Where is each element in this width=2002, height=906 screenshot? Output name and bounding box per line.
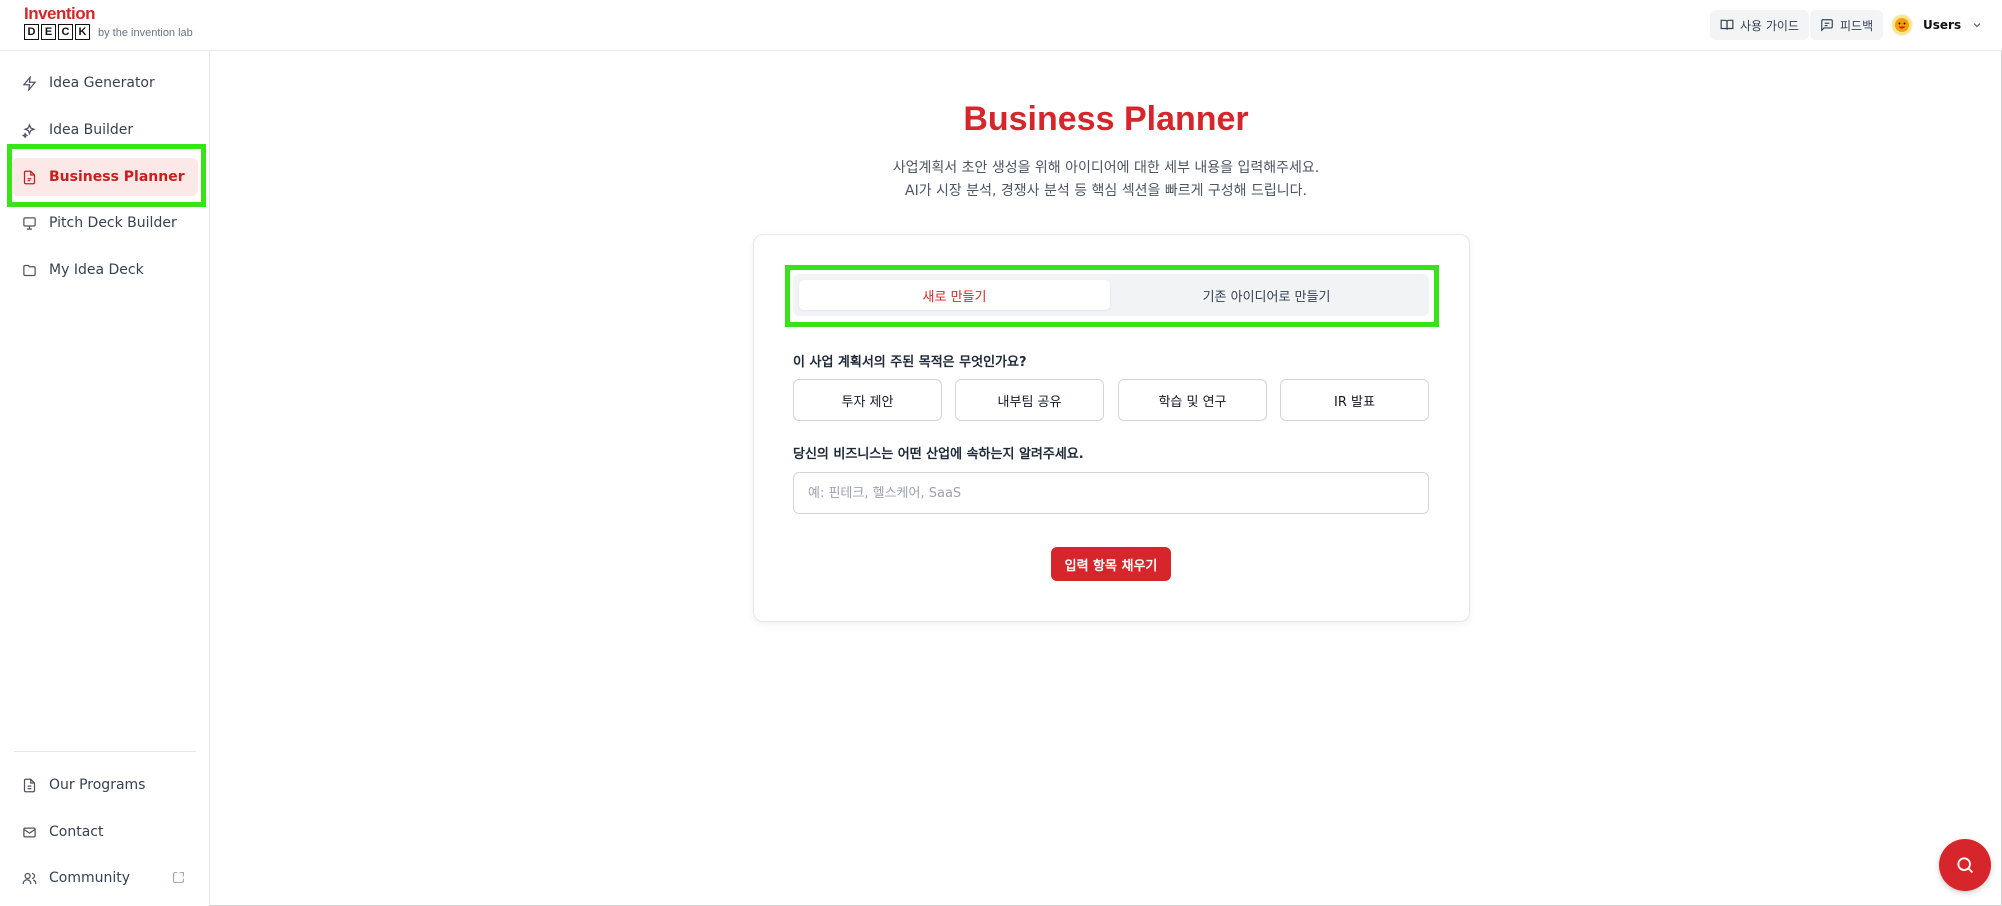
floating-search-button[interactable] xyxy=(1939,839,1991,891)
guide-button[interactable]: 사용 가이드 xyxy=(1710,10,1810,40)
user-menu[interactable]: Users xyxy=(1891,10,1983,40)
sidebar-item-label: Community xyxy=(49,870,131,886)
sidebar-item-label: Idea Builder xyxy=(49,122,134,138)
sidebar-item-contact[interactable]: Contact xyxy=(12,813,198,851)
feedback-button[interactable]: 피드백 xyxy=(1810,10,1884,40)
purpose-option-ir-presentation[interactable]: IR 발표 xyxy=(1280,379,1429,421)
sidebar-item-label: My Idea Deck xyxy=(49,262,144,278)
avatar xyxy=(1891,14,1913,36)
tab-new[interactable]: 새로 만들기 xyxy=(799,280,1110,310)
folder-icon xyxy=(23,264,36,276)
logo-text: Invention xyxy=(24,4,96,23)
purpose-option-study-research[interactable]: 학습 및 연구 xyxy=(1118,379,1267,421)
logo-letter: D xyxy=(24,24,39,40)
user-label: Users xyxy=(1923,18,1962,32)
sidebar-item-label: Idea Generator xyxy=(49,75,155,91)
sidebar-item-business-planner[interactable]: Business Planner xyxy=(12,158,198,196)
sidebar-item-label: Pitch Deck Builder xyxy=(49,215,177,231)
sidebar-item-our-programs[interactable]: Our Programs xyxy=(12,766,198,804)
mode-tabs: 새로 만들기 기존 아이디어로 만들기 xyxy=(793,274,1429,316)
document-icon xyxy=(23,778,36,792)
feedback-label: 피드백 xyxy=(1840,18,1874,33)
sidebar-item-idea-builder[interactable]: Idea Builder xyxy=(12,111,198,149)
mail-icon xyxy=(23,827,36,837)
page-title: Business Planner xyxy=(963,100,1249,138)
sidebar-item-label: Contact xyxy=(49,824,104,840)
logo-letter: E xyxy=(41,24,56,40)
purpose-option-investment[interactable]: 투자 제안 xyxy=(793,379,942,421)
industry-input[interactable] xyxy=(793,472,1429,514)
sidebar-item-my-idea-deck[interactable]: My Idea Deck xyxy=(12,251,198,289)
sidebar-item-pitch-deck-builder[interactable]: Pitch Deck Builder xyxy=(12,204,198,242)
file-icon xyxy=(23,170,36,184)
tab-from-existing-idea[interactable]: 기존 아이디어로 만들기 xyxy=(1110,280,1423,310)
search-icon xyxy=(1957,857,1974,874)
sidebar-item-community[interactable]: Community xyxy=(12,859,198,897)
purpose-question-label: 이 사업 계획서의 주된 목적은 무엇인가요? xyxy=(793,355,1027,370)
sidebar-item-label: Our Programs xyxy=(49,777,146,793)
logo-subtitle: by the invention lab xyxy=(98,27,193,39)
sidebar-item-label: Business Planner xyxy=(49,169,185,185)
chevron-down-icon xyxy=(1973,23,1981,28)
purpose-option-internal-share[interactable]: 내부팀 공유 xyxy=(955,379,1104,421)
page-subtitle-line1: 사업계획서 초안 생성을 위해 아이디어에 대한 세부 내용을 입력해주세요. xyxy=(892,160,1320,176)
monitor-icon xyxy=(23,216,36,230)
logo-letter: C xyxy=(58,24,73,40)
message-icon xyxy=(1821,19,1833,32)
users-icon xyxy=(22,872,37,884)
sidebar-item-idea-generator[interactable]: Idea Generator xyxy=(12,64,198,102)
sidebar-divider xyxy=(14,751,196,752)
top-header: Invention D E C K by the invention lab 사… xyxy=(0,0,2002,51)
bolt-icon xyxy=(22,75,37,91)
industry-question-label: 당신의 비즈니스는 어떤 산업에 속하는지 알려주세요. xyxy=(793,447,1084,462)
book-icon xyxy=(1720,19,1734,30)
app-logo[interactable]: Invention D E C K by the invention lab xyxy=(24,5,193,45)
avatar-face-icon xyxy=(1895,18,1909,32)
page-subtitle-line2: AI가 시장 분석, 경쟁사 분석 등 핵심 섹션을 빠르게 구성해 드립니다. xyxy=(905,183,1307,199)
fill-fields-button[interactable]: 입력 항목 채우기 xyxy=(1051,547,1171,581)
sparkles-icon xyxy=(22,122,36,138)
external-link-icon xyxy=(173,872,184,883)
logo-letter: K xyxy=(75,24,90,40)
guide-label: 사용 가이드 xyxy=(1740,18,1800,33)
